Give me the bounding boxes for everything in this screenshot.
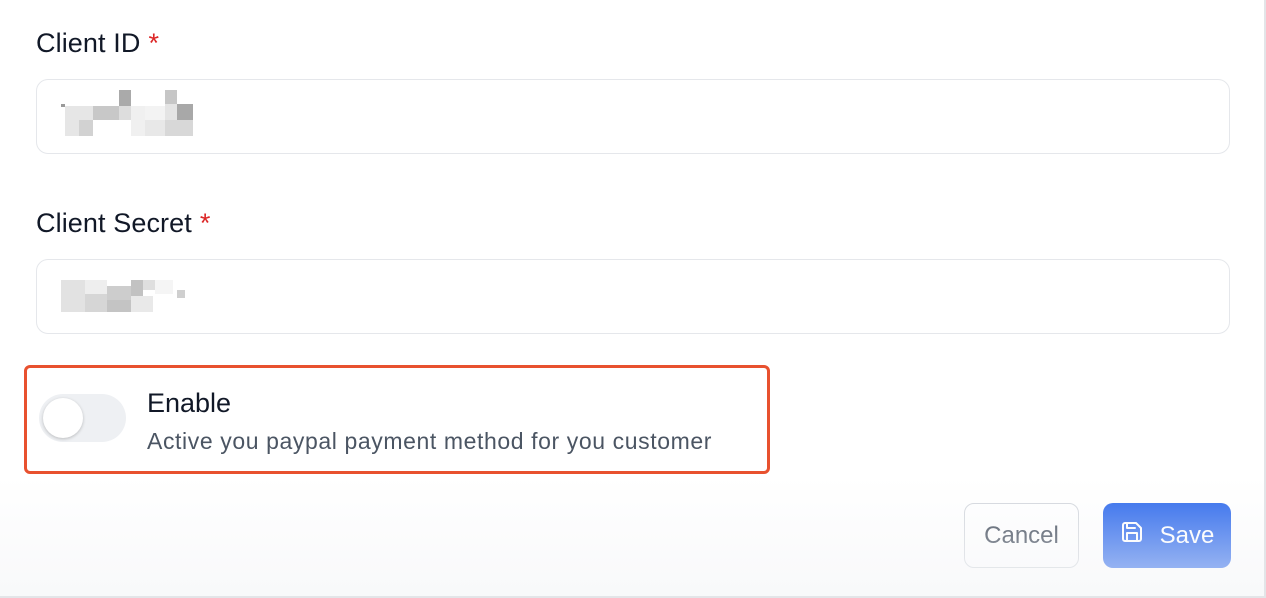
cancel-button-label: Cancel [984, 521, 1059, 549]
save-button[interactable]: Save [1103, 503, 1231, 568]
required-asterisk: * [148, 28, 160, 58]
cancel-button[interactable]: Cancel [964, 503, 1079, 568]
enable-toggle-switch[interactable] [39, 394, 126, 442]
required-asterisk: * [199, 208, 211, 238]
enable-toggle-title: Enable [147, 388, 232, 418]
paypal-settings-form: Client ID * Client Secret * Enable Activ… [0, 0, 1266, 598]
save-button-label: Save [1159, 521, 1215, 549]
enable-toggle-group: Enable Active you paypal payment method … [24, 365, 770, 474]
toggle-knob [43, 398, 83, 438]
client-secret-label-text: Client Secret [36, 208, 192, 238]
client-id-input[interactable] [36, 79, 1230, 154]
save-icon [1120, 520, 1144, 551]
client-secret-input[interactable] [36, 259, 1230, 334]
client-id-label: Client ID * [36, 28, 159, 59]
client-id-label-text: Client ID [36, 28, 141, 58]
enable-toggle-description: Active you paypal payment method for you… [147, 428, 713, 454]
client-secret-label: Client Secret * [36, 208, 210, 239]
